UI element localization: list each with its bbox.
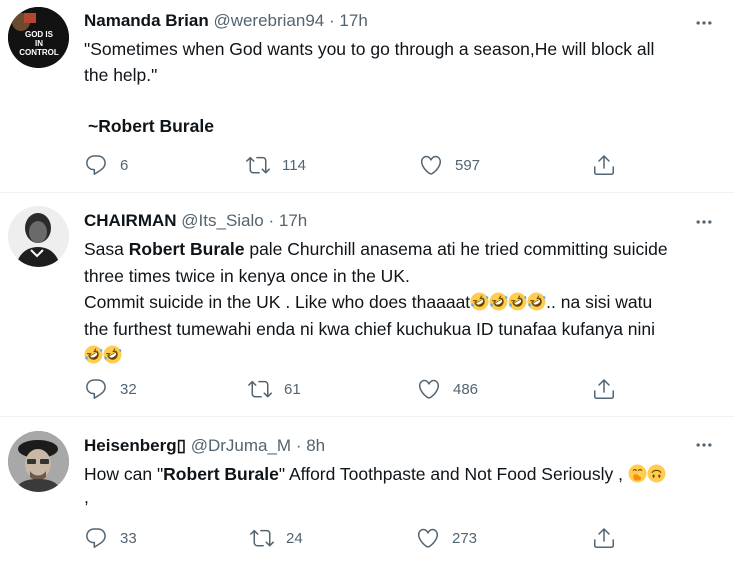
more-icon[interactable]: [694, 13, 714, 33]
avatar-text-1: GOD IS: [25, 30, 54, 39]
mention-bold: Robert Burale: [128, 239, 245, 259]
avatar[interactable]: [8, 206, 69, 267]
share-button[interactable]: [592, 377, 616, 401]
display-name[interactable]: CHAIRMAN: [84, 211, 177, 230]
tweet-2[interactable]: CHAIRMAN @Its_Sialo · 17h Sasa Robert Bu…: [0, 193, 734, 416]
tweet-1[interactable]: GOD IS IN CONTROL Namanda Brian @werebri…: [0, 0, 734, 192]
reply-count: 6: [120, 156, 129, 174]
timestamp[interactable]: 17h: [279, 211, 307, 230]
avatar[interactable]: [8, 431, 69, 492]
mention-bold: Robert Burale: [163, 464, 279, 484]
rofl-emoji: [84, 345, 103, 364]
reply-count: 33: [120, 529, 137, 547]
retweet-button[interactable]: 114: [246, 153, 306, 177]
like-icon: [417, 377, 441, 401]
rofl-emoji: [103, 345, 122, 364]
text-line: Sasa Robert Burale pale Churchill anasem…: [84, 239, 668, 259]
retweet-icon: [248, 377, 272, 401]
avatar-text-2: IN: [35, 39, 43, 48]
retweet-count: 61: [284, 380, 301, 398]
text-line: How can "Robert Burale" Afford Toothpast…: [84, 461, 724, 487]
timestamp[interactable]: 8h: [306, 436, 325, 455]
upside-down-face-emoji: [647, 464, 666, 483]
share-icon: [592, 377, 616, 401]
username[interactable]: @DrJuma_M: [191, 436, 291, 455]
retweet-count: 114: [282, 156, 306, 174]
reply-icon: [84, 153, 108, 177]
text-line: the furthest tumewahi enda ni kwa chief …: [84, 318, 656, 339]
text-line: "Sometimes when God wants you to go thro…: [84, 39, 655, 59]
display-name[interactable]: Heisenberg▯: [84, 436, 186, 455]
username[interactable]: @Its_Sialo: [181, 211, 263, 230]
action-bar: 32 61 486: [84, 377, 644, 401]
tweet-header: CHAIRMAN @Its_Sialo · 17h: [84, 211, 307, 231]
share-button[interactable]: [592, 526, 616, 550]
reply-icon: [84, 377, 108, 401]
like-count: 273: [452, 529, 478, 547]
avatar[interactable]: GOD IS IN CONTROL: [8, 7, 69, 68]
text-line: ,: [84, 487, 89, 507]
tweet-text: Sasa Robert Burale pale Churchill anasem…: [84, 236, 724, 369]
action-bar: 33 24 273: [84, 526, 644, 550]
signature: ~Robert Burale: [88, 116, 214, 136]
tweet-text: How can "Robert Burale" Afford Toothpast…: [84, 461, 724, 507]
avatar-image: [8, 206, 69, 267]
more-icon[interactable]: [694, 435, 714, 455]
reply-icon: [84, 526, 108, 550]
like-button[interactable]: 597: [419, 153, 480, 177]
more-icon[interactable]: [694, 212, 714, 232]
avatar-image: GOD IS IN CONTROL: [8, 7, 69, 68]
avatar-text-3: CONTROL: [19, 48, 59, 57]
share-icon: [592, 526, 616, 550]
action-bar: 6 114 597: [84, 153, 644, 177]
tweet-text: "Sometimes when God wants you to go thro…: [84, 36, 724, 139]
like-button[interactable]: 486: [417, 377, 478, 401]
tweet-3[interactable]: Heisenberg▯ @DrJuma_M · 8h How can "Robe…: [0, 417, 734, 576]
username[interactable]: @werebrian94: [213, 11, 324, 30]
reply-button[interactable]: 33: [84, 526, 137, 550]
text-line: three times twice in kenya once in the U…: [84, 265, 410, 286]
avatar-image: [8, 431, 69, 492]
retweet-icon: [246, 153, 270, 177]
like-button[interactable]: 273: [416, 526, 477, 550]
display-name[interactable]: Namanda Brian: [84, 11, 209, 30]
rofl-emoji: [508, 292, 527, 311]
like-icon: [419, 153, 443, 177]
rofl-emoji: [489, 292, 508, 311]
timestamp[interactable]: 17h: [339, 11, 367, 30]
separator: ·: [329, 11, 335, 30]
text-line: [84, 342, 724, 369]
share-icon: [592, 153, 616, 177]
retweet-button[interactable]: 61: [248, 377, 301, 401]
rofl-emoji: [470, 292, 489, 311]
like-icon: [416, 526, 440, 550]
hand-over-mouth-emoji: [628, 464, 647, 483]
like-count: 597: [455, 156, 481, 174]
retweet-count: 24: [286, 529, 303, 547]
separator: ·: [295, 436, 302, 455]
reply-count: 32: [120, 380, 137, 398]
tweet-header: Namanda Brian @werebrian94 · 17h: [84, 11, 368, 31]
text-line: the help.": [84, 65, 158, 85]
separator: ·: [268, 211, 275, 230]
reply-button[interactable]: 6: [84, 153, 128, 177]
retweet-icon: [250, 526, 274, 550]
rofl-emoji: [527, 292, 546, 311]
share-button[interactable]: [592, 153, 616, 177]
like-count: 486: [453, 380, 479, 398]
tweet-header: Heisenberg▯ @DrJuma_M · 8h: [84, 436, 325, 456]
text-line: Commit suicide in the UK . Like who does…: [84, 289, 724, 316]
reply-button[interactable]: 32: [84, 377, 137, 401]
retweet-button[interactable]: 24: [250, 526, 303, 550]
